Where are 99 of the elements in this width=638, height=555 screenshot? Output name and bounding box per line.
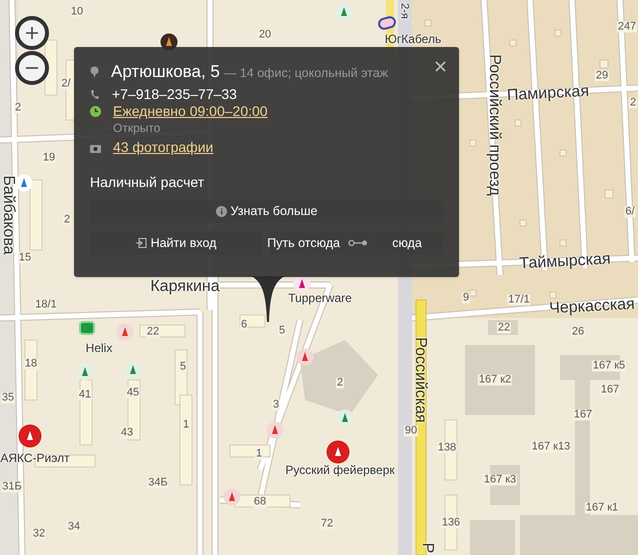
house-number: 167 к3: [482, 474, 518, 486]
house-number: 6/: [624, 206, 636, 218]
house-number: 5: [278, 326, 286, 336]
house-number: 35: [0, 392, 16, 404]
street-label: Байбакова: [0, 175, 16, 255]
building: [230, 444, 270, 458]
building: [44, 40, 58, 96]
house-number: 18/1: [34, 300, 58, 310]
house-number: 19: [42, 152, 56, 164]
street-label: Р: [419, 542, 435, 554]
house-number: 9: [462, 292, 470, 304]
house-number: 22: [146, 326, 160, 338]
house-number: 45: [126, 388, 140, 398]
house-number: 3: [272, 400, 280, 410]
house: [424, 20, 432, 26]
house-number: 72: [320, 518, 334, 530]
house-number: 22: [496, 322, 512, 334]
house-number: 167 к5: [592, 360, 626, 372]
house-number: 18: [24, 358, 38, 370]
house-number: 136: [440, 518, 462, 528]
house: [520, 220, 526, 226]
house-number: 29: [594, 70, 610, 82]
house-number: 2: [14, 102, 22, 114]
camera-icon: [90, 142, 101, 152]
house-number: 2: [336, 378, 344, 388]
house: [470, 140, 476, 146]
phone-number: +7–918–235–77–33: [112, 85, 237, 104]
info-icon: [216, 206, 227, 217]
place-label: Tupperware: [288, 292, 352, 304]
phone-icon: [90, 89, 100, 100]
house-number: 167 к1: [584, 502, 620, 514]
route-to-button[interactable]: сюда: [371, 231, 443, 255]
place-label: ЮгКабель: [384, 33, 442, 45]
place-label: АЯКС-Риэлт: [0, 452, 70, 464]
house-number: 15: [18, 252, 32, 264]
photos-link[interactable]: 43 фотографии: [113, 137, 214, 158]
house-number: 32: [32, 528, 46, 540]
route-icon: [348, 239, 368, 247]
street-label: Российский проезд: [486, 54, 502, 196]
house-number: 34Б: [147, 478, 169, 488]
route-from-button[interactable]: Путь отсюда: [270, 231, 370, 255]
building: [465, 345, 535, 415]
house-number: 138: [436, 442, 458, 454]
entrance-icon: [136, 238, 147, 248]
house-number: 1: [254, 448, 264, 460]
house-number: 167 к13: [530, 442, 572, 452]
house: [514, 120, 522, 126]
street-label: Карякина: [150, 279, 220, 295]
place-title: Артюшкова, 5: [111, 61, 220, 84]
house-number: 34: [66, 522, 82, 532]
house-number: 167: [600, 384, 620, 396]
close-button[interactable]: [433, 59, 447, 73]
house-number: 31Б: [1, 482, 23, 492]
street-label: Черкасская: [548, 296, 636, 318]
house-number: 2/: [60, 78, 72, 90]
building: [30, 180, 42, 250]
more-info-button[interactable]: Узнать больше: [90, 200, 443, 223]
building: [240, 314, 266, 328]
house: [550, 292, 556, 298]
street-label: 2-я: [398, 3, 410, 19]
house: [560, 150, 566, 156]
place-label: Helix: [86, 342, 112, 354]
house-number: 6: [240, 320, 248, 330]
street-label: Российская: [412, 337, 428, 423]
helix-logo-icon[interactable]: [79, 321, 95, 335]
payment-info: Наличный расчет: [90, 173, 206, 189]
house: [604, 190, 614, 198]
house: [470, 290, 476, 296]
house-number: 5: [178, 362, 188, 372]
house-number: 2: [628, 98, 638, 108]
house: [510, 40, 516, 46]
pin-icon: [90, 66, 99, 78]
minus-icon: [26, 67, 38, 69]
street-label: Памирская: [506, 84, 590, 104]
open-status: Открыто: [113, 120, 160, 136]
house-number: 26: [570, 326, 586, 338]
house: [554, 30, 562, 36]
house-number: 10: [70, 6, 84, 18]
clock-icon: [90, 106, 101, 117]
house-number: 41: [78, 390, 92, 400]
house-number: 90: [404, 426, 418, 436]
hours-link[interactable]: Ежедневно 09:00–20:00: [113, 101, 268, 122]
house-number: 167 к2: [478, 374, 512, 386]
house-number: 17/1: [507, 294, 531, 306]
house-number: 247: [616, 22, 638, 32]
street-label: Таймырская: [519, 252, 611, 272]
place-subtitle: — 14 офис; цокольный этаж: [224, 65, 388, 82]
house-number: 167: [572, 410, 594, 420]
house-number: 20: [258, 30, 272, 40]
house-number: 68: [252, 496, 268, 508]
plus-icon: [26, 27, 38, 39]
house-number: 1: [182, 420, 190, 430]
house: [600, 60, 608, 68]
place-label: Русский фейерверк: [285, 464, 395, 476]
building: [470, 520, 515, 555]
house: [560, 240, 566, 246]
house-number: 2: [62, 214, 72, 226]
house-number: 43: [120, 428, 134, 438]
find-entrance-button[interactable]: Найти вход: [90, 231, 262, 255]
